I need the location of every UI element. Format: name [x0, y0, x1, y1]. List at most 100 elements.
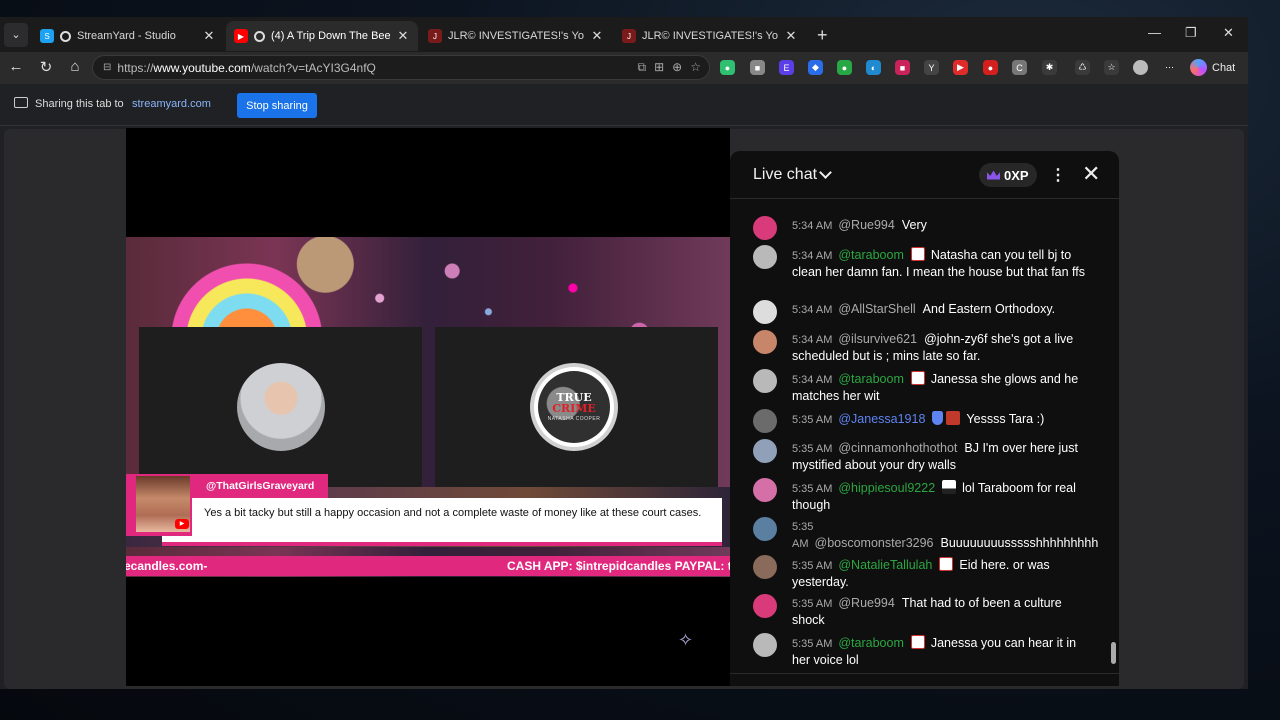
stop-sharing-button[interactable]: Stop sharing [237, 93, 317, 118]
extension-7-icon[interactable]: ■ [895, 60, 910, 75]
reload-icon[interactable]: ↻ [36, 58, 56, 76]
favorites-icon[interactable]: ☆ [1104, 60, 1119, 75]
chat-author-name[interactable]: @Rue994 [838, 596, 894, 610]
chat-author-name[interactable]: @AllStarShell [838, 302, 915, 316]
chevron-down-icon[interactable] [819, 166, 832, 179]
crown-icon [987, 170, 1000, 180]
tab-actions-menu-icon[interactable]: ⌄ [4, 22, 28, 47]
chat-message-body: 5:35 AM @Janessa1918 Yessss Tara :) [792, 411, 1093, 429]
close-chat-icon[interactable]: ✕ [1082, 161, 1100, 187]
extension-6-icon[interactable]: ◐ [866, 60, 881, 75]
zoom-icon[interactable]: ⊕ [672, 60, 682, 75]
minimize-icon[interactable]: — [1148, 25, 1161, 40]
translate-icon[interactable]: ⧉ [638, 60, 647, 75]
home-icon[interactable]: ⌂ [65, 58, 85, 75]
member-badge-icon [910, 635, 925, 649]
live-chat-panel: Live chat 0XP ⋮ ✕ 5:34 AM @Rue994 Very 5:34… [730, 151, 1119, 686]
stream-ticker: ecandles.com- CASH APP: $intrepidcandles… [126, 556, 730, 576]
chat-author-name[interactable]: @taraboom [838, 372, 904, 386]
featured-comment-handle: @ThatGirlsGraveyard [192, 474, 329, 498]
true-crime-logo: TRUE CRIME NATASHA COOPER [530, 363, 618, 451]
tab-close-icon[interactable]: ✕ [590, 28, 604, 44]
tab-close-icon[interactable]: ✕ [784, 28, 798, 44]
chat-message-text: Natasha can you tell bj to clean her dam… [792, 248, 1086, 279]
chat-author-avatar[interactable] [753, 245, 777, 269]
chat-author-name[interactable]: @taraboom [838, 636, 904, 650]
chat-timestamp: 5:35 AM [792, 521, 814, 550]
chat-message-text: Buuuuuuuussssshhhhhhhhh [940, 535, 1099, 550]
address-bar[interactable]: ⊟ https://www.youtube.com/watch?v=tAcYI3… [92, 55, 710, 80]
copilot-chat-button[interactable]: Chat [1190, 59, 1235, 76]
sharing-destination-link[interactable]: streamyard.com [132, 98, 211, 110]
channel-watermark-icon: ✧ [678, 630, 694, 650]
more-options-icon[interactable]: ⋮ [1050, 165, 1066, 185]
chat-message-text: And Eastern Orthodoxy. [922, 302, 1056, 316]
tab-jlr-studio[interactable]: J JLR© INVESTIGATES!'s YouTube St ✕ [420, 21, 612, 51]
extension-11-icon[interactable]: C [1012, 60, 1027, 75]
new-tab-plus-icon[interactable]: + [817, 25, 828, 46]
chat-author-avatar[interactable] [753, 555, 777, 579]
tab-close-icon[interactable]: ✕ [202, 28, 216, 44]
settings-more-icon[interactable]: ⋯ [1162, 60, 1177, 75]
chat-author-avatar[interactable] [753, 633, 777, 657]
back-arrow-icon[interactable]: ← [6, 58, 26, 75]
browser-essentials-icon[interactable]: ♺ [1075, 60, 1090, 75]
chat-message-body: 5:35 AM @cinnamonhothothot BJ I'm over her… [792, 441, 1093, 473]
chat-author-name[interactable]: @boscomonster3296 [815, 536, 934, 550]
chat-author-name[interactable]: @cinnamonhothothot [838, 441, 957, 455]
chat-author-avatar[interactable] [753, 300, 777, 324]
extension-4-icon[interactable]: ◆ [808, 60, 823, 75]
tab-jlr-r[interactable]: J JLR© INVESTIGATES!'s YouTube R ✕ [614, 21, 806, 51]
chat-timestamp: 5:35 AM [792, 443, 833, 455]
favorite-star-icon[interactable]: ☆ [690, 60, 701, 75]
xp-badge[interactable]: 0XP [979, 163, 1037, 187]
chat-author-name[interactable]: @Rue994 [838, 218, 894, 232]
chat-message-list[interactable]: 5:34 AM @Rue994 Very 5:34 AM @taraboom Natash… [730, 199, 1119, 671]
app-available-icon[interactable]: ⊞ [654, 60, 664, 75]
chat-scrollbar-thumb[interactable] [1111, 642, 1116, 664]
recording-indicator-icon [254, 30, 265, 42]
chat-author-avatar[interactable] [753, 439, 777, 463]
extension-3-icon[interactable]: E [779, 60, 794, 75]
chat-message-body: 5:35 AM @taraboom Janessa you can hear it … [792, 635, 1093, 668]
maximize-icon[interactable]: ❐ [1185, 25, 1197, 41]
chat-author-avatar[interactable] [753, 478, 777, 502]
chat-author-avatar[interactable] [753, 594, 777, 618]
window-close-icon[interactable]: ✕ [1223, 25, 1234, 41]
site-info-icon[interactable]: ⊟ [103, 62, 111, 73]
chat-author-avatar[interactable] [753, 330, 777, 354]
commenter-avatar: ▶ [126, 474, 192, 536]
extension-2-icon[interactable]: ■ [750, 60, 765, 75]
logo-word-mid: CRIME [552, 401, 596, 415]
guest-camera-tile [139, 327, 422, 487]
chat-author-name[interactable]: @NatalieTallulah [838, 558, 932, 572]
tab-sharing-bar: Sharing this tab to streamyard.com Stop … [0, 84, 1248, 126]
profile-avatar[interactable] [1133, 60, 1148, 75]
live-chat-title[interactable]: Live chat [753, 166, 817, 184]
xp-value: 0XP [1004, 167, 1029, 183]
chat-author-avatar[interactable] [753, 216, 777, 240]
video-player[interactable]: TRUE CRIME NATASHA COOPER Yes a bit tack… [126, 128, 730, 686]
chat-message-body: 5:35 AM @boscomonster3296 Buuuuuuuussssshh… [792, 519, 1098, 552]
chat-author-name[interactable]: @Janessa1918 [838, 412, 925, 426]
chat-author-avatar[interactable] [753, 369, 777, 393]
extensions-puzzle-icon[interactable]: ✱ [1042, 60, 1057, 75]
tab-youtube-video[interactable]: ▶ (4) A Trip Down The BeeJ Mer ✕ [226, 21, 418, 51]
live-chat-header: Live chat 0XP ⋮ ✕ [730, 151, 1119, 199]
extension-9-icon[interactable]: ▶ [953, 60, 968, 75]
extension-1-icon[interactable]: ● [720, 60, 735, 75]
chat-author-avatar[interactable] [753, 409, 777, 433]
extension-10-icon[interactable]: ● [983, 60, 998, 75]
tab-close-icon[interactable]: ✕ [396, 28, 410, 44]
extension-8-icon[interactable]: Y [924, 60, 939, 75]
chat-author-name[interactable]: @hippiesoul9222 [838, 481, 935, 495]
streamyard-favicon-icon: S [40, 29, 54, 43]
chat-author-avatar[interactable] [753, 517, 777, 541]
chat-message-body: 5:35 AM @NatalieTallulah Eid here. or was … [792, 557, 1093, 590]
url-host: www.youtube.com [153, 60, 251, 75]
member-badge-icon [939, 557, 954, 571]
chat-author-name[interactable]: @ilsurvive621 [838, 332, 917, 346]
tab-streamyard[interactable]: S StreamYard - Studio ✕ [32, 21, 224, 51]
chat-author-name[interactable]: @taraboom [838, 248, 904, 262]
extension-5-icon[interactable]: ● [837, 60, 852, 75]
